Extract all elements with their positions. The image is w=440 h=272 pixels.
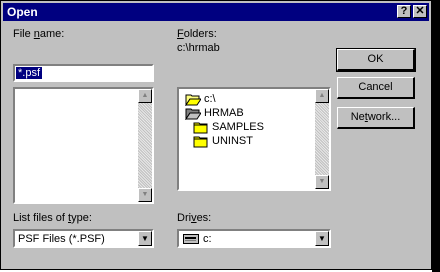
- file-list-scrollbar[interactable]: ▲ ▼: [138, 89, 152, 202]
- close-button[interactable]: ✕: [413, 5, 427, 18]
- folder-icon: [193, 122, 208, 134]
- window-edge: [432, 0, 440, 272]
- drives-value: c:: [203, 233, 212, 245]
- window-title: Open: [7, 5, 38, 19]
- folder-tree[interactable]: c:\ HRMAB SAMPLES UNINST ▲ ▼: [177, 87, 331, 191]
- drive-icon: [183, 234, 199, 244]
- chevron-down-icon[interactable]: ▼: [138, 231, 152, 246]
- chevron-down-icon[interactable]: ▼: [315, 231, 329, 246]
- title-bar[interactable]: Open ? ✕: [3, 3, 429, 21]
- folder-tree-scrollbar[interactable]: ▲ ▼: [315, 89, 329, 189]
- file-name-label: File name:: [13, 28, 65, 40]
- network-button[interactable]: Network...: [337, 107, 415, 129]
- folder-icon: [193, 136, 208, 148]
- file-list[interactable]: ▲ ▼: [13, 87, 154, 204]
- folders-label: Folders:: [177, 28, 217, 40]
- open-folder-icon: [185, 94, 201, 106]
- file-type-select[interactable]: PSF Files (*.PSF) ▼: [13, 229, 154, 248]
- ok-button[interactable]: OK: [336, 48, 416, 72]
- drives-select[interactable]: c: ▼: [177, 229, 331, 248]
- scroll-up-arrow-icon[interactable]: ▲: [138, 89, 152, 103]
- file-name-value: *.psf: [16, 67, 43, 79]
- open-dialog: Open ? ✕ File name: *.psf ▲ ▼ Folders: c…: [0, 0, 432, 270]
- file-type-label: List files of type:: [13, 212, 92, 224]
- cancel-button[interactable]: Cancel: [337, 77, 415, 99]
- scroll-up-arrow-icon[interactable]: ▲: [315, 89, 329, 103]
- scroll-down-arrow-icon[interactable]: ▼: [315, 175, 329, 189]
- file-name-input[interactable]: *.psf: [13, 64, 154, 82]
- drives-label: Drives:: [177, 212, 212, 224]
- current-folder-path: c:\hrmab: [177, 42, 220, 54]
- scroll-down-arrow-icon[interactable]: ▼: [138, 188, 152, 202]
- file-type-value: PSF Files (*.PSF): [18, 233, 105, 245]
- help-button[interactable]: ?: [397, 5, 411, 18]
- open-folder-icon: [185, 108, 201, 120]
